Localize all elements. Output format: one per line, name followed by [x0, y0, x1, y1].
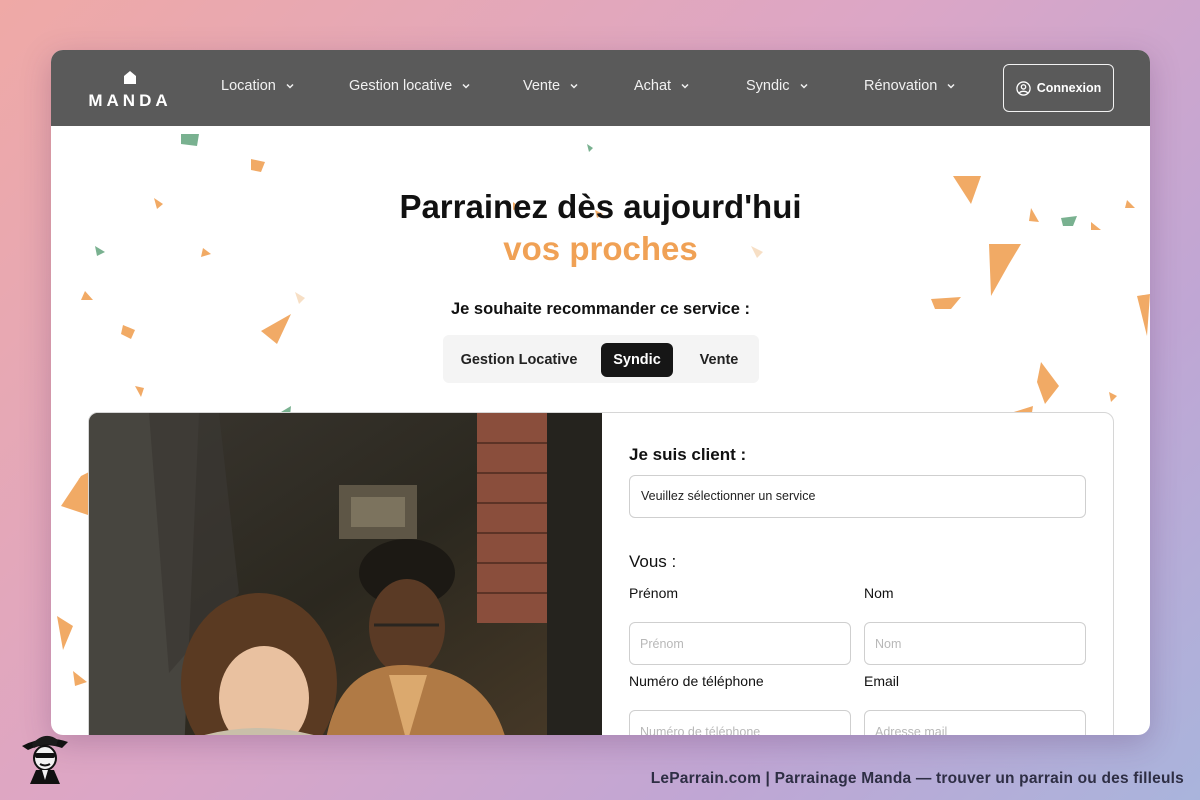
tab-syndic[interactable]: Syndic — [601, 343, 673, 377]
prenom-label: Prénom — [629, 585, 679, 601]
manda-logo[interactable]: MANDA — [85, 70, 175, 110]
tab-vente[interactable]: Vente — [687, 343, 751, 377]
chevron-down-icon — [947, 83, 955, 89]
chevron-down-icon — [681, 83, 689, 89]
nav-item-achat[interactable]: Achat — [634, 78, 691, 94]
nav-item-label: Syndic — [746, 78, 790, 94]
prenom-input[interactable] — [629, 622, 851, 665]
top-navbar: MANDA Location Gestion locative Vente Ac… — [51, 50, 1150, 126]
login-button[interactable]: Connexion — [1003, 64, 1114, 112]
tab-gestion-locative[interactable]: Gestion Locative — [453, 343, 585, 377]
mascot-logo — [22, 735, 68, 784]
referral-card: Je suis client : Veuillez sélectionner u… — [88, 412, 1114, 735]
telephone-label: Numéro de téléphone — [629, 673, 764, 689]
nav-item-label: Location — [221, 78, 276, 94]
service-select[interactable]: Veuillez sélectionner un service — [629, 475, 1086, 518]
logo-text: MANDA — [88, 91, 172, 110]
user-circle-icon — [1015, 80, 1031, 96]
nav-item-label: Achat — [634, 78, 672, 94]
service-question: Je souhaite recommander ce service : — [451, 300, 750, 318]
nav-item-location[interactable]: Location — [221, 78, 296, 94]
chevron-down-icon — [800, 83, 808, 89]
hero-subtitle: vos proches — [503, 230, 698, 267]
house-logo-icon — [124, 71, 136, 84]
nav-item-label: Gestion locative — [349, 78, 453, 94]
login-label: Connexion — [1036, 81, 1102, 95]
nav-item-gestion-locative[interactable]: Gestion locative — [349, 78, 472, 94]
nav-item-renovation[interactable]: Rénovation — [864, 78, 957, 94]
email-input[interactable] — [864, 710, 1086, 735]
service-tabs: Gestion Locative Syndic Vente — [443, 335, 759, 383]
browser-window: MANDA Location Gestion locative Vente Ac… — [51, 50, 1150, 735]
chevron-down-icon — [462, 83, 470, 89]
nav-item-vente[interactable]: Vente — [523, 78, 580, 94]
referral-form: Je suis client : Veuillez sélectionner u… — [602, 413, 1113, 735]
nav-item-syndic[interactable]: Syndic — [746, 78, 810, 94]
chevron-down-icon — [286, 83, 294, 89]
footer-caption: LeParrain.com | Parrainage Manda — trouv… — [650, 770, 1184, 787]
email-label: Email — [864, 673, 900, 689]
nav-item-label: Rénovation — [864, 78, 938, 94]
vous-heading: Vous : — [629, 552, 677, 571]
nom-input[interactable] — [864, 622, 1086, 665]
telephone-input[interactable] — [629, 710, 851, 735]
client-heading: Je suis client : — [629, 445, 747, 464]
chevron-down-icon — [570, 83, 578, 89]
nom-label: Nom — [864, 585, 894, 601]
nav-item-label: Vente — [523, 78, 561, 94]
hero-title: Parrainez dès aujourd'hui — [399, 188, 802, 225]
couple-photo — [89, 413, 602, 735]
